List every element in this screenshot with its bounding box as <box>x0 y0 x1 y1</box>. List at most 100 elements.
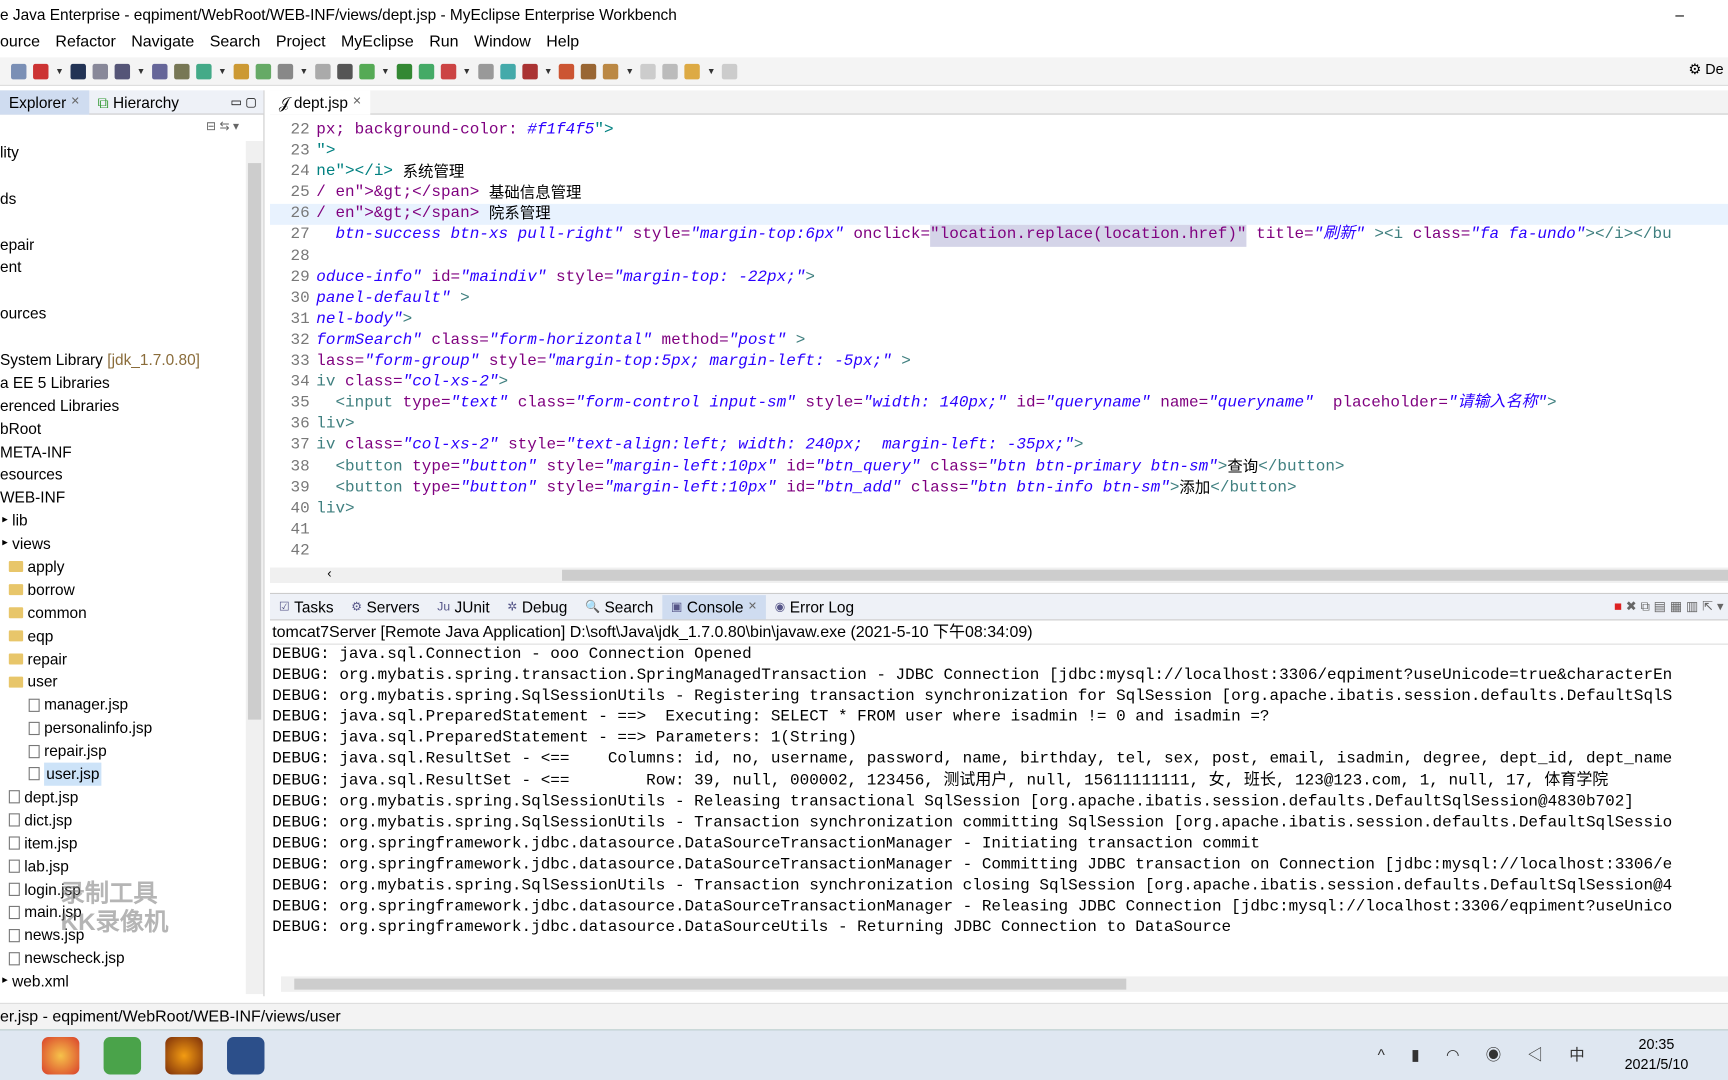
menu-ource[interactable]: ource <box>0 29 48 55</box>
browser-icon[interactable] <box>41 1037 80 1075</box>
myeclipse-icon[interactable] <box>227 1037 265 1075</box>
tree-item[interactable] <box>0 279 245 302</box>
toolbar-button-icon[interactable] <box>151 63 168 79</box>
expand-arrow-icon[interactable]: ▸ <box>2 532 8 555</box>
tab-debug[interactable]: ✲ Debug <box>498 595 576 619</box>
toolbar-button-icon[interactable] <box>336 63 353 79</box>
menu-search[interactable]: Search <box>210 29 268 55</box>
tab-servers[interactable]: ⚙ Servers <box>342 595 428 619</box>
app-icon[interactable] <box>103 1037 142 1075</box>
minimize-button[interactable]: – <box>1675 0 1684 29</box>
tree-item[interactable]: ▸ web.xml <box>0 970 245 993</box>
dropdown-arrow-icon[interactable]: ▼ <box>218 66 227 76</box>
dropdown-arrow-icon[interactable]: ▼ <box>381 66 390 76</box>
recorder-icon[interactable] <box>165 1037 203 1075</box>
tab-junit[interactable]: Ju JUnit <box>428 595 498 619</box>
menu-refactor[interactable]: Refactor <box>55 29 123 55</box>
tree-item[interactable] <box>0 325 245 348</box>
tree-item[interactable]: personalinfo.jsp <box>0 717 245 740</box>
toolbar-button-icon[interactable] <box>396 63 412 79</box>
tab-console[interactable]: ▣ Console ✕ <box>662 594 766 619</box>
tree-item[interactable]: dept.jsp <box>0 786 245 809</box>
console-output[interactable]: DEBUG: java.sql.Connection - ooo Connect… <box>270 645 1728 940</box>
toolbar-button-icon[interactable] <box>358 63 375 79</box>
expand-arrow-icon[interactable]: ▸ <box>2 509 8 532</box>
dropdown-arrow-icon[interactable]: ▼ <box>625 66 634 76</box>
close-icon[interactable]: ✕ <box>748 595 757 619</box>
collapse-all-icon[interactable]: ⊟ ⇆ ▾ <box>206 119 239 133</box>
terminate-icon[interactable]: ■ <box>1614 598 1622 613</box>
toolbar-button-icon[interactable] <box>521 63 538 79</box>
tree-item[interactable]: esources <box>0 463 245 486</box>
dropdown-arrow-icon[interactable]: ▼ <box>55 66 64 76</box>
toolbar-button-icon[interactable] <box>640 63 657 79</box>
tree-item[interactable]: erenced Libraries <box>0 394 245 417</box>
tree-item[interactable] <box>0 210 245 233</box>
scroll-left-icon[interactable]: ‹ <box>327 565 331 580</box>
console-hscrollbar[interactable] <box>281 976 1728 992</box>
tree-item[interactable]: ▸ views <box>0 532 245 555</box>
tree-scrollbar[interactable] <box>245 141 264 995</box>
tree-item[interactable]: lity <box>0 141 245 164</box>
toolbar-button-icon[interactable] <box>11 63 27 79</box>
tree-item[interactable]: WEB-INF <box>0 486 245 509</box>
console-scroll-thumb[interactable] <box>294 978 1127 990</box>
close-icon[interactable]: ✕ <box>71 90 80 114</box>
tree-item[interactable]: ent <box>0 256 245 279</box>
toolbar-button-icon[interactable] <box>70 63 86 79</box>
tree-item[interactable]: eqp <box>0 625 245 648</box>
tree-item[interactable]: item.jsp <box>0 832 245 855</box>
dropdown-arrow-icon[interactable]: ▼ <box>299 66 308 76</box>
tree-item[interactable]: user.jsp <box>0 762 245 786</box>
minimize-maximize-icons[interactable]: ▭ ▢ <box>230 95 263 109</box>
menu-navigate[interactable]: Navigate <box>131 29 202 55</box>
tree-item[interactable]: epair <box>0 233 245 256</box>
tree-item[interactable]: bRoot <box>0 417 245 440</box>
tree-item[interactable]: META-INF <box>0 440 245 463</box>
toolbar-button-icon[interactable] <box>233 63 249 79</box>
toolbar-button-icon[interactable] <box>499 63 516 79</box>
tree-item[interactable]: ds <box>0 187 245 210</box>
toolbar-button-icon[interactable] <box>722 63 738 79</box>
tab-error-log[interactable]: ◉ Error Log <box>766 595 863 619</box>
tab-hierarchy[interactable]: ⧉ Hierarchy <box>89 90 188 114</box>
tree-item[interactable]: ▸ lib <box>0 509 245 532</box>
ime-indicator[interactable]: 中 <box>1569 1046 1595 1064</box>
tab-search[interactable]: 🔍 Search <box>576 595 662 619</box>
tree-item[interactable]: common <box>0 602 245 625</box>
expand-arrow-icon[interactable]: ▸ <box>2 970 8 993</box>
menu-run[interactable]: Run <box>429 29 466 55</box>
toolbar-button-icon[interactable] <box>684 63 701 79</box>
toolbar-button-icon[interactable] <box>195 63 212 79</box>
editor-hscrollbar[interactable]: ‹ <box>269 565 1728 583</box>
toolbar-button-icon[interactable] <box>418 63 434 79</box>
toolbar-button-icon[interactable] <box>173 63 190 79</box>
toolbar-button-icon[interactable] <box>603 63 619 79</box>
dropdown-arrow-icon[interactable]: ▼ <box>137 66 146 76</box>
toolbar-button-icon[interactable] <box>477 63 494 79</box>
menu-help[interactable]: Help <box>546 29 587 55</box>
toolbar-button-icon[interactable] <box>314 63 331 79</box>
toolbar-button-icon[interactable] <box>255 63 271 79</box>
tree-item[interactable]: System Library [jdk_1.7.0.80] <box>0 348 245 371</box>
toolbar-button-icon[interactable] <box>581 63 597 79</box>
code-area[interactable]: 22 px; background-color: #f1f4f5 "> 23 "> 24 n… <box>269 120 1728 562</box>
tree-item[interactable]: dict.jsp <box>0 809 245 832</box>
tray-icons[interactable]: ^ ▮ ◠ ◉ ◁ 中 <box>1378 1044 1596 1066</box>
tree-item[interactable]: user <box>0 671 245 694</box>
tree-item[interactable]: repair.jsp <box>0 740 245 763</box>
menu-myeclipse[interactable]: MyEclipse <box>341 29 422 55</box>
menu-window[interactable]: Window <box>474 29 539 55</box>
toolbar-button-icon[interactable] <box>277 63 293 79</box>
tree-item[interactable]: apply <box>0 555 245 578</box>
toolbar-button-icon[interactable] <box>33 63 49 79</box>
tree-item[interactable]: a EE 5 Libraries <box>0 371 245 394</box>
toolbar-button-icon[interactable] <box>662 63 679 79</box>
tree-item[interactable]: manager.jsp <box>0 694 245 717</box>
tab-dept-jsp[interactable]: 𝒥 dept.jsp ✕ <box>269 89 371 115</box>
tree-item[interactable]: lab.jsp <box>0 855 245 878</box>
toolbar-button-icon[interactable] <box>440 63 456 79</box>
clock[interactable]: 20:35 2021/5/10 <box>1625 1035 1689 1075</box>
tree-item[interactable]: borrow <box>0 578 245 601</box>
dropdown-arrow-icon[interactable]: ▼ <box>544 66 553 76</box>
